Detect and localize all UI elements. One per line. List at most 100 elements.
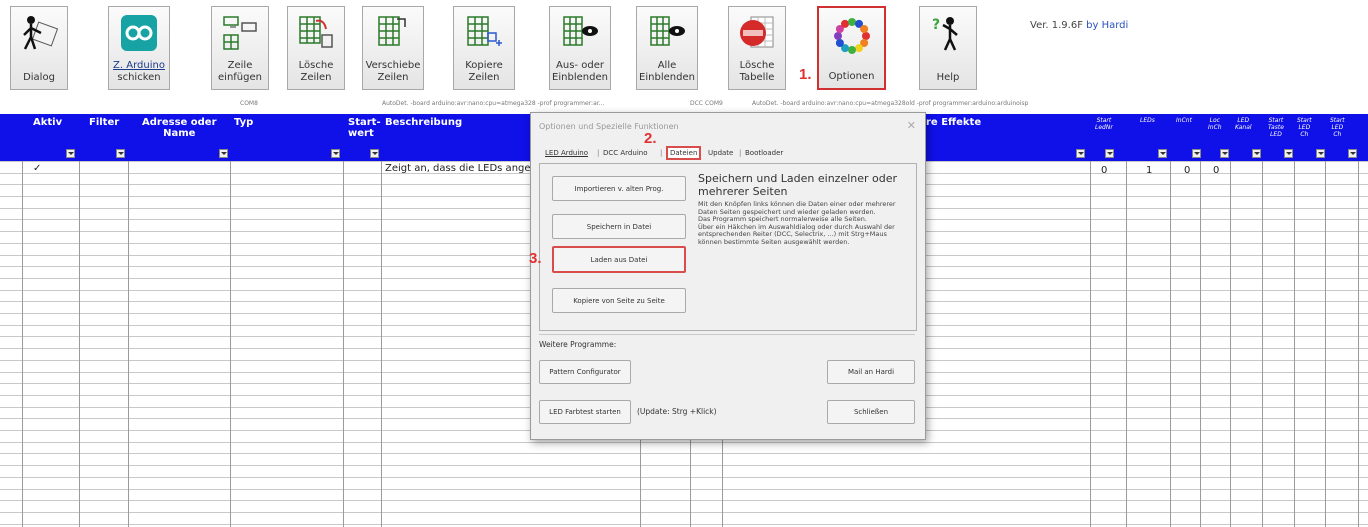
col-startwert: Start- wert [348,117,381,139]
delete-table-label-2: Tabelle [739,72,775,83]
col-small-7: Start LED Ch [1330,117,1345,138]
column-divider [1170,161,1171,527]
row1-leds[interactable]: 1 [1146,165,1152,176]
insert-row-button[interactable]: Zeile einfügen [211,6,269,90]
column-divider [343,161,344,527]
row1-active-check[interactable]: ✓ [33,163,41,174]
send-to-arduino-button[interactable]: Z. Arduino schicken [108,6,170,90]
copy-rows-label-1: Kopiere [465,60,503,71]
table-row [0,465,1368,466]
filter-dropdown-icon[interactable] [331,149,340,158]
col-aktiv: Aktiv [33,117,63,128]
table-row [0,524,1368,525]
column-divider [1325,161,1326,527]
filter-dropdown-icon[interactable] [1284,149,1293,158]
autodet-label-2: AutoDet. -board arduino:avr:nano:cpu=atm… [752,100,1029,107]
col-small-0: Start LedNr [1095,117,1113,131]
insert-row-label-1: Zeile [227,60,253,71]
table-row [0,500,1368,501]
copy-rows-button[interactable]: Kopiere Zeilen [453,6,515,90]
version-author: by Hardi [1086,20,1129,31]
mail-button[interactable]: Mail an Hardi [827,360,915,384]
close-icon[interactable]: ✕ [907,119,916,132]
filter-dropdown-icon[interactable] [1316,149,1325,158]
filter-dropdown-icon[interactable] [1076,149,1085,158]
dialog-button[interactable]: Dialog [10,6,68,90]
row1-incnt[interactable]: 0 [1184,165,1190,176]
copy-rows-icon [467,16,502,46]
filter-dropdown-icon[interactable] [1158,149,1167,158]
filter-dropdown-icon[interactable] [66,149,75,158]
tab-bootloader[interactable]: Bootloader [745,149,783,157]
move-rows-button[interactable]: Verschiebe Zeilen [362,6,424,90]
delete-rows-icon [299,16,333,48]
show-all-button[interactable]: Alle Einblenden [636,6,698,90]
options-label: Optionen [828,71,875,82]
arduino-label-2: schicken [117,72,161,83]
column-divider [22,161,23,527]
tab-dcc-arduino[interactable]: DCC Arduino [603,149,647,157]
tab-update[interactable]: Update [708,149,733,157]
import-button[interactable]: Importieren v. alten Prog. [552,176,686,201]
help-icon: ? [932,17,958,51]
column-divider [128,161,129,527]
hide-show-label-2: Einblenden [552,72,608,83]
autodet-label-1: AutoDet. -board arduino:avr:nano:cpu=atm… [382,100,605,107]
move-rows-icon [378,16,406,46]
delete-rows-button[interactable]: Lösche Zeilen [287,6,345,90]
row1-loc-inch[interactable]: 0 [1213,165,1219,176]
hide-show-label-1: Aus- oder [556,60,604,71]
table-row [0,442,1368,443]
filter-dropdown-icon[interactable] [116,149,125,158]
step-3-marker: 3. [529,250,542,267]
led-farbtest-button[interactable]: LED Farbtest starten [539,400,631,424]
version-info: Ver. 1.9.6F by Hardi [1030,20,1128,31]
com-label: COM8 [240,100,258,107]
svg-text:?: ? [932,17,940,33]
filter-dropdown-icon[interactable] [219,149,228,158]
pattern-configurator-button[interactable]: Pattern Configurator [539,360,631,384]
filter-dropdown-icon[interactable] [370,149,379,158]
step-1-marker: 1. [799,66,812,83]
filter-dropdown-icon[interactable] [1252,149,1261,158]
copy-page-button[interactable]: Kopiere von Seite zu Seite [552,288,686,313]
filter-dropdown-icon[interactable] [1192,149,1201,158]
tab-dateien[interactable]: Dateien [666,146,702,160]
show-all-icon [650,16,685,46]
filter-dropdown-icon[interactable] [1348,149,1357,158]
help-label: Help [936,72,960,83]
save-to-file-button[interactable]: Speichern in Datei [552,214,686,239]
table-row [0,489,1368,490]
col-beschreibung: Beschreibung [385,117,463,128]
column-divider [230,161,231,527]
load-from-file-button[interactable]: Laden aus Datei [552,246,686,273]
copy-rows-label-2: Zeilen [468,72,500,83]
person-writing-icon [23,16,59,50]
table-row [0,453,1368,454]
column-divider [1230,161,1231,527]
help-button[interactable]: ? Help [919,6,977,90]
row1-description[interactable]: Zeigt an, dass die LEDs ange [385,163,531,174]
column-divider [79,161,80,527]
row1-start-lednr[interactable]: 0 [1101,165,1107,176]
col-effekte: re Effekte [926,117,982,128]
options-button[interactable]: Optionen [817,6,886,90]
column-divider [1126,161,1127,527]
column-divider [1200,161,1201,527]
col-small-3: Loc InCh [1208,117,1222,131]
dialog-label: Dialog [23,72,55,83]
hide-show-icon [563,16,598,46]
table-row [0,512,1368,513]
arduino-label-1: Z. Arduino [113,60,165,71]
hide-show-button[interactable]: Aus- oder Einblenden [549,6,611,90]
filter-dropdown-icon[interactable] [1220,149,1229,158]
tab-led-arduino[interactable]: LED Arduino [545,149,588,157]
dialog-title: Optionen und Spezielle Funktionen [539,122,679,131]
delete-table-button[interactable]: Lösche Tabelle [728,6,786,90]
filter-dropdown-icon[interactable] [1105,149,1114,158]
column-divider [1262,161,1263,527]
insert-row-icon [223,16,257,50]
close-button[interactable]: Schließen [827,400,915,424]
version-text: Ver. 1.9.6F [1030,20,1083,31]
move-rows-label-1: Verschiebe [365,60,421,71]
